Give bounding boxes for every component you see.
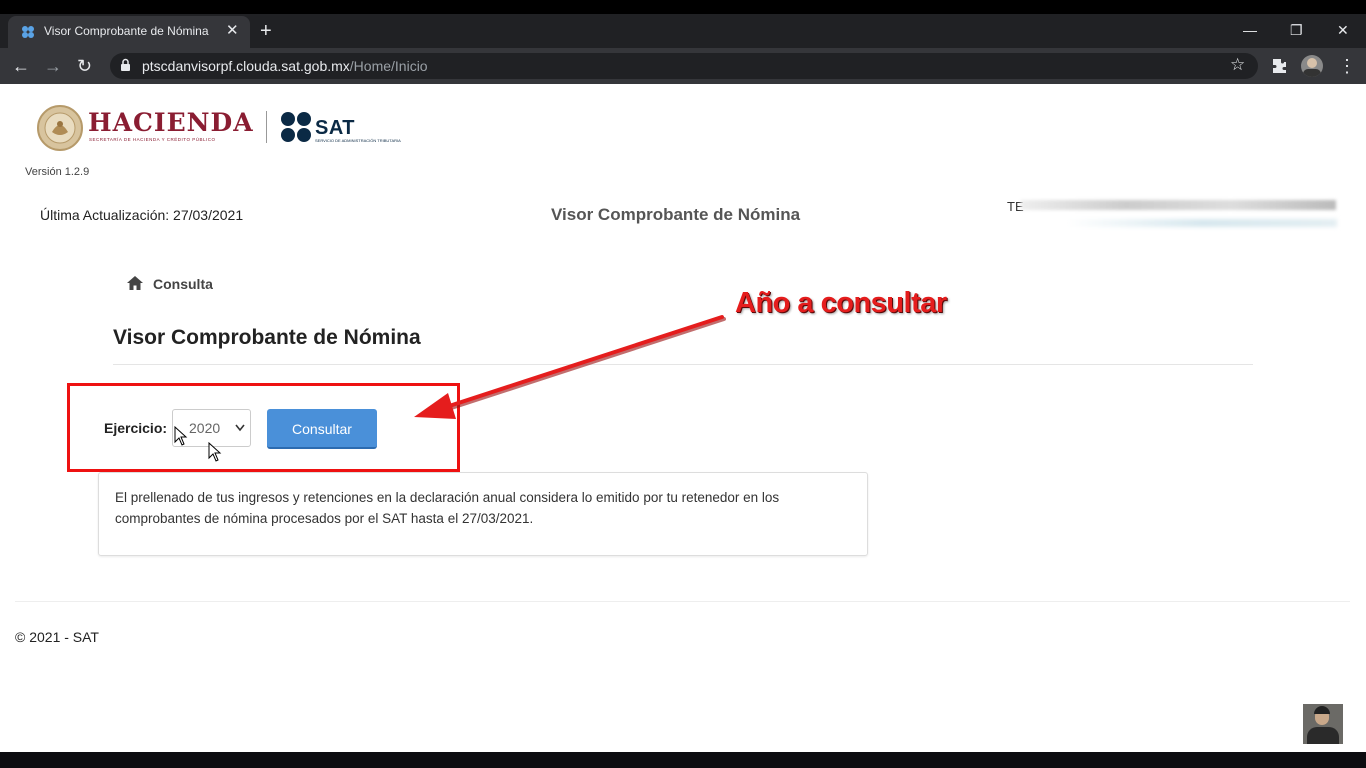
page-content: HACIENDA SECRETARÍA DE HACIENDA Y CRÉDIT… — [0, 84, 1366, 752]
webcam-overlay — [1303, 704, 1343, 744]
lock-icon — [121, 58, 130, 71]
sat-logo-icon — [281, 112, 311, 142]
hacienda-logo-text: HACIENDA — [88, 108, 254, 137]
breadcrumb-consulta[interactable]: Consulta — [153, 276, 213, 292]
new-tab-button[interactable]: + — [260, 19, 272, 43]
page-title: Visor Comprobante de Nómina — [113, 326, 421, 349]
sat-logo-text: SAT — [315, 117, 356, 139]
forward-icon[interactable]: → — [44, 54, 62, 78]
info-text: El prellenado de tus ingresos y retencio… — [115, 490, 780, 526]
footer-copyright: © 2021 - SAT — [15, 629, 99, 645]
browser-tab[interactable]: Visor Comprobante de Nómina ✕ — [8, 16, 250, 48]
favicon-icon — [22, 26, 34, 38]
sat-logo-subtitle: SERVICIO DE ADMINISTRACIÓN TRIBUTARIA — [315, 138, 401, 143]
url-text: ptscdanvisorpf.clouda.sat.gob.mx/Home/In… — [142, 58, 428, 74]
minimize-icon[interactable]: — — [1243, 20, 1257, 40]
extensions-icon[interactable] — [1271, 58, 1287, 74]
bookmark-star-icon[interactable]: ☆ — [1230, 55, 1245, 75]
footer-divider — [15, 601, 1350, 602]
last-update-label: Última Actualización: 27/03/2021 — [40, 207, 244, 223]
annotation-callout: Año a consultar — [735, 287, 947, 319]
window-close-icon[interactable]: ✕ — [1337, 20, 1349, 40]
tab-close-icon[interactable]: ✕ — [226, 21, 239, 41]
back-icon[interactable]: ← — [12, 54, 30, 78]
mouse-cursor-icon — [174, 426, 188, 446]
hacienda-seal-icon — [37, 105, 83, 151]
taskbar-strip — [0, 752, 1366, 768]
url-host: ptscdanvisorpf.clouda.sat.gob.mx — [142, 58, 350, 74]
reload-icon[interactable]: ↻ — [77, 54, 92, 78]
annotation-arrow-icon — [414, 315, 726, 419]
window-top-strip — [0, 0, 1366, 14]
profile-avatar[interactable] — [1301, 55, 1323, 77]
version-label: Versión 1.2.9 — [25, 166, 90, 178]
tab-strip: Visor Comprobante de Nómina ✕ + — ❐ ✕ — [0, 14, 1366, 48]
app-title: Visor Comprobante de Nómina — [551, 205, 801, 224]
url-path: /Home/Inicio — [349, 58, 428, 74]
hacienda-logo-subtitle: SECRETARÍA DE HACIENDA Y CRÉDITO PÚBLICO — [89, 137, 216, 142]
restore-icon[interactable]: ❐ — [1290, 20, 1303, 40]
menu-icon[interactable]: ⋮ — [1338, 54, 1356, 78]
mouse-cursor-icon-2 — [208, 442, 222, 462]
browser-toolbar: ← → ↻ ptscdanvisorpf.clouda.sat.gob.mx/H… — [0, 48, 1366, 84]
address-bar[interactable]: ptscdanvisorpf.clouda.sat.gob.mx/Home/In… — [110, 53, 1258, 79]
tab-title: Visor Comprobante de Nómina — [44, 24, 209, 38]
user-name-blurred: TE — [1007, 197, 1337, 231]
logo-divider — [266, 111, 267, 143]
info-panel: El prellenado de tus ingresos y retencio… — [98, 472, 868, 556]
home-icon[interactable] — [127, 276, 143, 290]
